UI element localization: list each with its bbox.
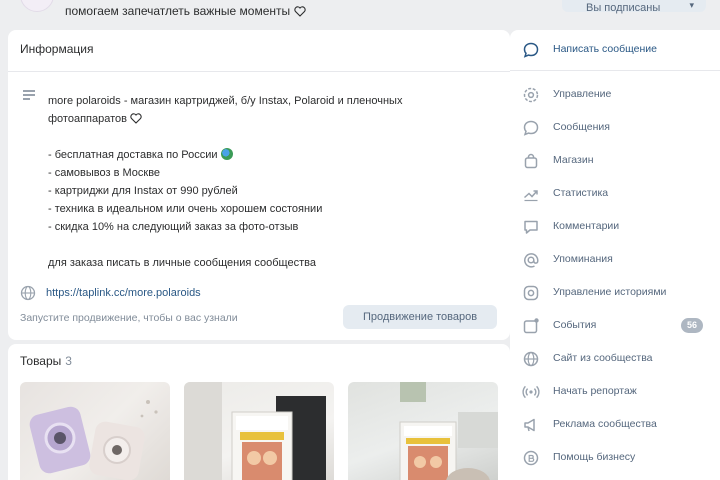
sidebar-item-comments[interactable]: Комментарии bbox=[510, 212, 720, 240]
sidebar-item-manage[interactable]: Управление bbox=[510, 80, 720, 108]
description-line: - скидка 10% на следующий заказ за фото-… bbox=[48, 221, 299, 233]
sidebar-item-stories[interactable]: Управление историями bbox=[510, 278, 720, 306]
sidebar-item-statistics[interactable]: Статистика bbox=[510, 179, 720, 207]
sidebar-item-label: Управление bbox=[553, 88, 612, 100]
description-line: more polaroids - магазин картриджей, б/у… bbox=[48, 95, 403, 107]
sidebar-item-label: Упоминания bbox=[553, 253, 613, 265]
product-thumbnail[interactable] bbox=[20, 382, 170, 480]
sidebar-item-label: Начать репортаж bbox=[553, 385, 637, 397]
status-text: помогаем запечатлеть важные моменты bbox=[65, 4, 291, 18]
sidebar-item-label: Сообщения bbox=[553, 121, 610, 133]
gear-icon bbox=[523, 87, 539, 103]
promo-note: Запустите продвижение, чтобы о вас узнал… bbox=[20, 312, 238, 324]
sidebar-item-advertising[interactable]: Реклама сообщества bbox=[510, 410, 720, 438]
product-photo bbox=[399, 382, 498, 480]
website-link[interactable]: https://taplink.cc/more.polaroids bbox=[46, 287, 201, 299]
sidebar-item-label: Управление историями bbox=[553, 286, 667, 298]
community-description: more polaroids - магазин картриджей, б/у… bbox=[48, 92, 488, 272]
info-card: Информация more polaroids - магазин карт… bbox=[8, 30, 510, 340]
products-title[interactable]: Товары 3 bbox=[20, 354, 72, 368]
description-icon bbox=[23, 90, 35, 100]
community-avatar[interactable]: pola bbox=[20, 0, 54, 12]
globe-emoji-icon bbox=[220, 148, 233, 160]
info-title: Информация bbox=[20, 42, 94, 56]
divider bbox=[510, 70, 720, 71]
description-line: - картриджи для Instax от 990 рублей bbox=[48, 185, 238, 197]
sidebar-item-write-message[interactable]: Написать сообщение bbox=[510, 35, 720, 63]
community-status: помогаем запечатлеть важные моменты bbox=[65, 4, 306, 18]
sidebar-item-events[interactable]: События 56 bbox=[510, 311, 720, 339]
divider bbox=[8, 71, 510, 72]
shopping-bag-icon bbox=[524, 153, 538, 169]
sidebar-item-shop[interactable]: Магазин bbox=[510, 146, 720, 174]
sidebar-item-label: Комментарии bbox=[553, 220, 620, 232]
event-icon bbox=[523, 318, 539, 334]
description-line: - бесплатная доставка по России bbox=[48, 146, 488, 164]
description-line: - техника в идеальном или очень хорошем … bbox=[48, 203, 323, 215]
megaphone-icon bbox=[524, 418, 535, 432]
sidebar-item-website[interactable]: Сайт из сообщества bbox=[510, 344, 720, 372]
sidebar-item-label: Реклама сообщества bbox=[553, 418, 657, 430]
product-photo bbox=[184, 382, 326, 480]
heart-icon bbox=[294, 5, 306, 17]
product-thumbnail[interactable] bbox=[184, 382, 334, 480]
description-line: - самовывоз в Москве bbox=[48, 167, 161, 179]
sidebar-item-mentions[interactable]: Упоминания bbox=[510, 245, 720, 273]
subscribed-button[interactable]: Вы подписаны ▾ bbox=[562, 0, 706, 14]
sidebar-item-start-broadcast[interactable]: Начать репортаж bbox=[510, 377, 720, 405]
business-help-icon bbox=[523, 450, 539, 466]
description-line: для заказа писать в личные сообщения соо… bbox=[48, 257, 316, 269]
globe-icon bbox=[523, 351, 539, 367]
sidebar-item-label: Написать сообщение bbox=[553, 43, 657, 55]
website-link-row[interactable]: https://taplink.cc/more.polaroids bbox=[20, 285, 201, 301]
heart-icon bbox=[130, 113, 142, 124]
product-thumbnail[interactable] bbox=[348, 382, 498, 480]
community-sidebar: Написать сообщение Управление Сообщения … bbox=[510, 30, 720, 480]
chat-icon bbox=[523, 120, 539, 136]
globe-icon bbox=[20, 285, 36, 301]
broadcast-icon bbox=[522, 385, 540, 399]
sidebar-item-label: Помощь бизнесу bbox=[553, 451, 636, 463]
at-sign-icon bbox=[524, 253, 539, 268]
products-card: Товары 3 bbox=[8, 344, 510, 480]
chevron-down-icon: ▾ bbox=[689, 0, 694, 10]
sidebar-item-messages[interactable]: Сообщения bbox=[510, 113, 720, 141]
sidebar-item-label: Сайт из сообщества bbox=[553, 352, 653, 364]
stories-icon bbox=[523, 285, 539, 301]
product-photo bbox=[29, 400, 158, 480]
subscribed-label: Вы подписаны bbox=[586, 2, 661, 14]
sidebar-item-label: Статистика bbox=[553, 187, 609, 199]
sidebar-item-business-help[interactable]: Помощь бизнесу bbox=[510, 443, 720, 471]
sidebar-item-label: Магазин bbox=[553, 154, 594, 166]
events-count-badge: 56 bbox=[681, 318, 703, 333]
products-count: 3 bbox=[65, 354, 72, 368]
comment-icon bbox=[524, 220, 538, 234]
community-header: pola помогаем запечатлеть важные моменты… bbox=[0, 0, 720, 22]
sidebar-item-label: События bbox=[553, 319, 597, 331]
description-line: фотоаппаратов bbox=[48, 110, 488, 128]
trend-chart-icon bbox=[524, 190, 538, 202]
promote-products-button[interactable]: Продвижение товаров bbox=[343, 305, 497, 329]
message-bubble-icon bbox=[523, 42, 539, 58]
